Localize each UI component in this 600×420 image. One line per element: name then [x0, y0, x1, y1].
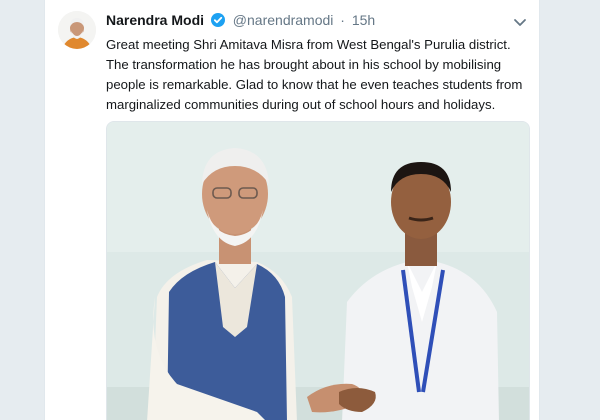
tweet-photo[interactable] [106, 121, 530, 420]
author-name[interactable]: Narendra Modi [106, 12, 204, 28]
verified-badge-icon [210, 13, 225, 30]
avatar[interactable] [58, 11, 96, 49]
separator-dot: · [340, 12, 345, 28]
author-handle[interactable]: @narendramodi [233, 12, 334, 28]
chevron-down-icon[interactable] [513, 16, 527, 28]
tweet-header: Narendra Modi @narendramodi · 15h [106, 12, 529, 32]
timestamp[interactable]: 15h [352, 12, 375, 28]
tweet-text: Great meeting Shri Amitava Misra from We… [106, 37, 523, 112]
tweet-card[interactable]: Narendra Modi @narendramodi · 15h Great … [44, 0, 540, 420]
